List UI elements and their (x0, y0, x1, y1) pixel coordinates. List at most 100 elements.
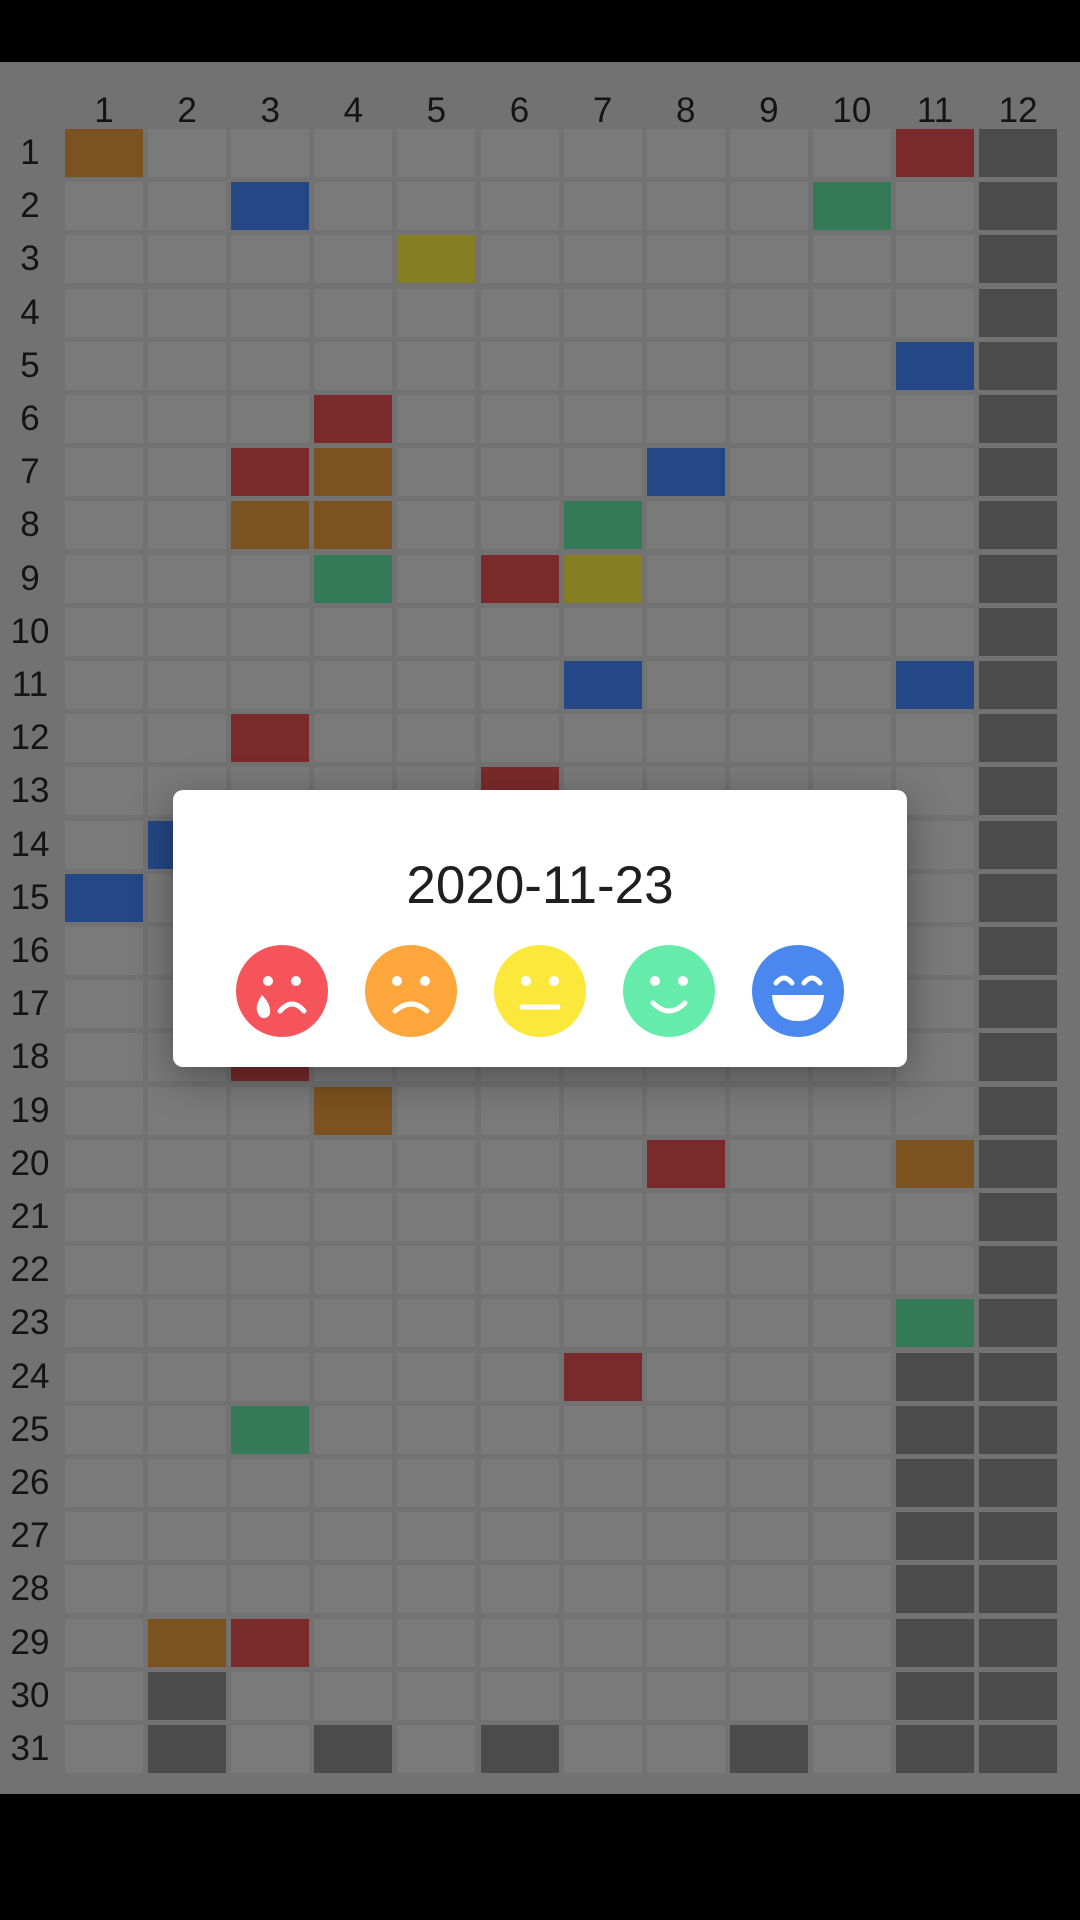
day-cell[interactable] (65, 1618, 143, 1667)
day-cell[interactable] (65, 395, 143, 443)
day-cell[interactable] (314, 1405, 393, 1454)
day-cell[interactable] (65, 607, 143, 656)
day-cell[interactable] (563, 129, 642, 177)
day-cell[interactable] (812, 235, 891, 284)
day-cell[interactable] (812, 714, 891, 763)
day-cell[interactable] (65, 1086, 143, 1135)
day-cell[interactable] (896, 501, 974, 550)
day-cell[interactable] (314, 1671, 393, 1720)
day-cell[interactable] (563, 182, 642, 231)
day-cell[interactable] (65, 873, 143, 922)
day-cell[interactable] (65, 554, 143, 603)
day-cell[interactable] (646, 1565, 725, 1614)
day-cell[interactable] (480, 235, 559, 284)
day-cell[interactable] (646, 1086, 725, 1135)
day-cell[interactable] (646, 554, 725, 603)
day-cell[interactable] (65, 448, 143, 497)
day-cell[interactable] (231, 1139, 310, 1188)
day-cell[interactable] (231, 1086, 310, 1135)
day-cell[interactable] (896, 1033, 974, 1082)
day-cell[interactable] (729, 288, 808, 337)
day-cell[interactable] (231, 1725, 310, 1773)
day-cell[interactable] (646, 341, 725, 390)
day-cell[interactable] (148, 1459, 227, 1507)
day-cell[interactable] (729, 1193, 808, 1241)
day-cell[interactable] (65, 1459, 143, 1507)
day-cell[interactable] (480, 1299, 559, 1348)
day-cell[interactable] (397, 1086, 476, 1135)
day-cell[interactable] (231, 129, 310, 177)
day-cell[interactable] (397, 1459, 476, 1507)
day-cell[interactable] (812, 182, 891, 231)
day-cell[interactable] (812, 1725, 891, 1773)
day-cell[interactable] (729, 1246, 808, 1295)
day-cell[interactable] (314, 1299, 393, 1348)
day-cell[interactable] (729, 448, 808, 497)
day-cell[interactable] (231, 1193, 310, 1241)
day-cell[interactable] (896, 1139, 974, 1188)
mood-option-button[interactable] (752, 945, 844, 1037)
day-cell[interactable] (563, 661, 642, 709)
day-cell[interactable] (480, 1352, 559, 1401)
day-cell[interactable] (65, 1246, 143, 1295)
day-cell[interactable] (646, 1352, 725, 1401)
day-cell[interactable] (231, 288, 310, 337)
day-cell[interactable] (480, 1405, 559, 1454)
day-cell[interactable] (397, 1671, 476, 1720)
day-cell[interactable] (646, 1725, 725, 1773)
day-cell[interactable] (148, 661, 227, 709)
day-cell[interactable] (896, 714, 974, 763)
day-cell[interactable] (148, 1565, 227, 1614)
day-cell[interactable] (563, 1139, 642, 1188)
day-cell[interactable] (646, 1193, 725, 1241)
day-cell[interactable] (148, 1139, 227, 1188)
day-cell[interactable] (646, 395, 725, 443)
day-cell[interactable] (148, 1618, 227, 1667)
day-cell[interactable] (397, 395, 476, 443)
day-cell[interactable] (397, 1193, 476, 1241)
day-cell[interactable] (896, 767, 974, 816)
day-cell[interactable] (646, 1139, 725, 1188)
day-cell[interactable] (65, 129, 143, 177)
day-cell[interactable] (896, 288, 974, 337)
day-cell[interactable] (563, 554, 642, 603)
day-cell[interactable] (397, 1139, 476, 1188)
day-cell[interactable] (65, 1671, 143, 1720)
day-cell[interactable] (896, 182, 974, 231)
day-cell[interactable] (896, 1193, 974, 1241)
day-cell[interactable] (65, 1193, 143, 1241)
mood-option-button[interactable] (365, 945, 457, 1037)
day-cell[interactable] (729, 182, 808, 231)
day-cell[interactable] (231, 1565, 310, 1614)
day-cell[interactable] (563, 1299, 642, 1348)
day-cell[interactable] (314, 661, 393, 709)
day-cell[interactable] (397, 501, 476, 550)
day-cell[interactable] (646, 1671, 725, 1720)
day-cell[interactable] (480, 661, 559, 709)
day-cell[interactable] (563, 1246, 642, 1295)
day-cell[interactable] (729, 129, 808, 177)
day-cell[interactable] (65, 1565, 143, 1614)
day-cell[interactable] (563, 1086, 642, 1135)
day-cell[interactable] (397, 235, 476, 284)
day-cell[interactable] (148, 1246, 227, 1295)
day-cell[interactable] (896, 1246, 974, 1295)
day-cell[interactable] (314, 129, 393, 177)
day-cell[interactable] (563, 1565, 642, 1614)
day-cell[interactable] (314, 1086, 393, 1135)
day-cell[interactable] (563, 1725, 642, 1773)
day-cell[interactable] (231, 1299, 310, 1348)
day-cell[interactable] (231, 448, 310, 497)
day-cell[interactable] (397, 1299, 476, 1348)
day-cell[interactable] (314, 1246, 393, 1295)
day-cell[interactable] (812, 395, 891, 443)
day-cell[interactable] (563, 607, 642, 656)
day-cell[interactable] (729, 501, 808, 550)
day-cell[interactable] (480, 607, 559, 656)
day-cell[interactable] (397, 1246, 476, 1295)
day-cell[interactable] (314, 1565, 393, 1614)
day-cell[interactable] (148, 501, 227, 550)
day-cell[interactable] (480, 1512, 559, 1561)
day-cell[interactable] (148, 1193, 227, 1241)
day-cell[interactable] (729, 661, 808, 709)
